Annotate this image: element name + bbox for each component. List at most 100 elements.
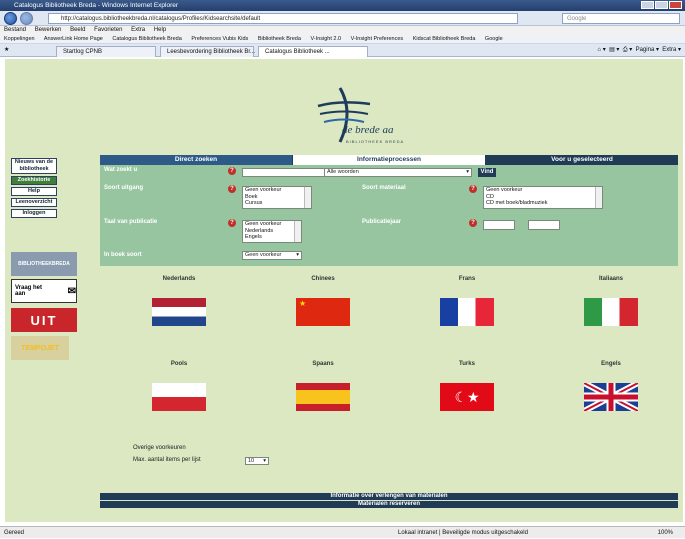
maximize-button[interactable] [655, 1, 668, 9]
help-icon[interactable]: ? [469, 219, 477, 227]
soort-materiaal-list[interactable]: Geen voorkeur CD CD met boek/bladmuziek [483, 186, 603, 209]
info-verlengen-bar[interactable]: Informatie over verlengen van materialen [100, 493, 678, 500]
scrollbar[interactable] [595, 187, 602, 208]
menu-extra[interactable]: Extra [131, 27, 145, 33]
nav-leenoverzicht[interactable]: Leenoverzicht [11, 198, 57, 207]
poland-flag-icon[interactable] [152, 383, 206, 411]
italy-flag-icon[interactable] [584, 298, 638, 326]
tab-startlog[interactable]: Startlog CPNB [56, 46, 156, 57]
overige-voorkeuren-link[interactable]: Overige voorkeuren [133, 445, 186, 451]
scrollbar[interactable] [294, 221, 301, 242]
menu-help[interactable]: Help [154, 27, 166, 33]
list-item[interactable]: CD met boek/bladmuziek [486, 200, 602, 207]
menu-favorieten[interactable]: Favorieten [94, 27, 122, 33]
star-icon[interactable]: ★ [4, 44, 9, 57]
promo-uit-banner[interactable]: UIT [11, 308, 77, 332]
uk-flag-icon[interactable] [584, 383, 638, 411]
scrollbar[interactable] [304, 187, 311, 208]
search-input[interactable]: Google [562, 13, 680, 24]
back-icon[interactable] [4, 12, 17, 25]
language-italiaans[interactable]: Italiaans [581, 276, 641, 326]
boek-soort-select[interactable]: Geen voorkeur ▾ [242, 251, 302, 260]
extra-menu[interactable]: Extra [662, 47, 676, 53]
fav-link[interactable]: V-Insight 2.0 [310, 36, 341, 42]
menu-bewerken[interactable]: Bewerken [35, 27, 62, 33]
status-bar: Gereed Lokaal intranet | Beveiligde modu… [0, 526, 685, 538]
language-nederlands[interactable]: Nederlands [149, 276, 209, 326]
promo-bibliotheek-banner[interactable]: BIBLIOTHEEKBREDA [11, 252, 77, 276]
turkey-flag-icon[interactable]: ☾★ [440, 383, 494, 411]
fav-link[interactable]: Catalogus Bibliotheek Breda [112, 36, 181, 42]
page-content: de brede aa BIBLIOTHEEK BREDA Nieuws van… [5, 59, 683, 522]
nav-help[interactable]: Help [11, 187, 57, 196]
chevron-down-icon: ▾ [466, 169, 469, 175]
fav-link[interactable]: V-Insight Preferences [351, 36, 404, 42]
home-icon[interactable]: ⌂ ▾ [597, 47, 605, 53]
tab-leesbevordering[interactable]: Leesbevordering Bibliotheek Br... [160, 46, 255, 57]
fav-link[interactable]: Bibliotheek Breda [258, 36, 301, 42]
fav-link[interactable]: Kidscat Bibliotheek Breda [413, 36, 476, 42]
zoom-level[interactable]: 100% [658, 527, 673, 539]
tab-direct-zoeken[interactable]: Direct zoeken [100, 155, 292, 165]
list-item[interactable]: Engels [245, 234, 301, 241]
logo-subtitle: BIBLIOTHEEK BREDA [346, 139, 405, 144]
search-term-input[interactable] [242, 168, 326, 177]
fav-link[interactable]: Preferences Vubis Kids [191, 36, 248, 42]
taal-label: Taal van publicatie [104, 219, 158, 225]
netherlands-flag-icon[interactable] [152, 298, 206, 326]
promo-vraag-het-banner[interactable]: Vraag het aan ✉ [11, 279, 77, 303]
vind-button[interactable]: Vind [478, 168, 496, 177]
jaar-van-input[interactable] [483, 220, 515, 230]
tab-geselecteerd[interactable]: Voor u geselecteerd [486, 155, 678, 165]
window-title: Catalogus Bibliotheek Breda - Windows In… [14, 2, 179, 9]
language-chinees[interactable]: Chinees ★ [293, 276, 353, 326]
logo-brand-text: de brede aa [342, 124, 394, 136]
items-per-page-label: Max. aantal items per lijst [133, 457, 201, 463]
taal-list[interactable]: Geen voorkeur Nederlands Engels [242, 220, 302, 243]
language-pools[interactable]: Pools [149, 361, 209, 411]
address-row: http://catalogus.bibliotheekbreda.nl/cat… [0, 11, 685, 26]
fav-link[interactable]: Google [485, 36, 503, 42]
page-menu[interactable]: Pagina [636, 47, 655, 53]
address-bar[interactable]: http://catalogus.bibliotheekbreda.nl/cat… [48, 13, 518, 24]
fav-link[interactable]: AnswerLink Home Page [44, 36, 103, 42]
menu-bestand[interactable]: Bestand [4, 27, 26, 33]
forward-icon[interactable] [20, 12, 33, 25]
jaar-tot-input[interactable] [528, 220, 560, 230]
info-reserveren-bar[interactable]: Materialen reserveren [100, 501, 678, 508]
tab-catalogus[interactable]: Catalogus Bibliotheek ... [258, 46, 368, 57]
search-scope-select[interactable]: Alle woorden ▾ [324, 168, 472, 177]
tab-informatieprocessen[interactable]: Informatieprocessen [292, 155, 486, 165]
soort-uitgang-list[interactable]: Geen voorkeur Boek Cursus [242, 186, 312, 209]
promo-tempojet-banner[interactable]: TEMPOJET [11, 336, 69, 360]
spain-flag-icon[interactable] [296, 383, 350, 411]
china-flag-icon[interactable]: ★ [296, 298, 350, 326]
help-icon[interactable]: ? [228, 167, 236, 175]
language-spaans[interactable]: Spaans [293, 361, 353, 411]
france-flag-icon[interactable] [440, 298, 494, 326]
nav-inloggen[interactable]: Inloggen [11, 209, 57, 218]
command-bar: ⌂ ▾ ▤ ▾ ⎙ ▾ Pagina ▾ Extra ▾ [597, 47, 681, 53]
menu-beeld[interactable]: Beeld [70, 27, 85, 33]
nav-zoekhistorie[interactable]: Zoekhistorie [11, 176, 57, 185]
language-turks[interactable]: Turks ☾★ [437, 361, 497, 411]
language-frans[interactable]: Frans [437, 276, 497, 326]
items-per-page-select[interactable]: 10 ▾ [245, 457, 269, 465]
nav-nieuws[interactable]: Nieuws van de bibliotheek [11, 158, 57, 174]
feeds-icon[interactable]: ▤ ▾ [609, 47, 619, 53]
favorites-label: Koppelingen [4, 36, 35, 42]
boek-soort-label: In boek soort [104, 252, 142, 258]
print-icon[interactable]: ⎙ ▾ [623, 47, 632, 53]
help-icon[interactable]: ? [228, 185, 236, 193]
window-controls [641, 1, 682, 9]
help-icon[interactable]: ? [228, 219, 236, 227]
union-jack-icon [584, 383, 638, 411]
close-button[interactable] [669, 1, 682, 9]
help-icon[interactable]: ? [469, 185, 477, 193]
extra-preferences: Overige voorkeuren Max. aantal items per… [133, 445, 269, 465]
chevron-down-icon: ▾ [296, 252, 299, 258]
search-tabs: Direct zoeken Informatieprocessen Voor u… [100, 155, 678, 165]
list-item[interactable]: Cursus [245, 200, 311, 207]
language-engels[interactable]: Engels [581, 361, 641, 411]
minimize-button[interactable] [641, 1, 654, 9]
